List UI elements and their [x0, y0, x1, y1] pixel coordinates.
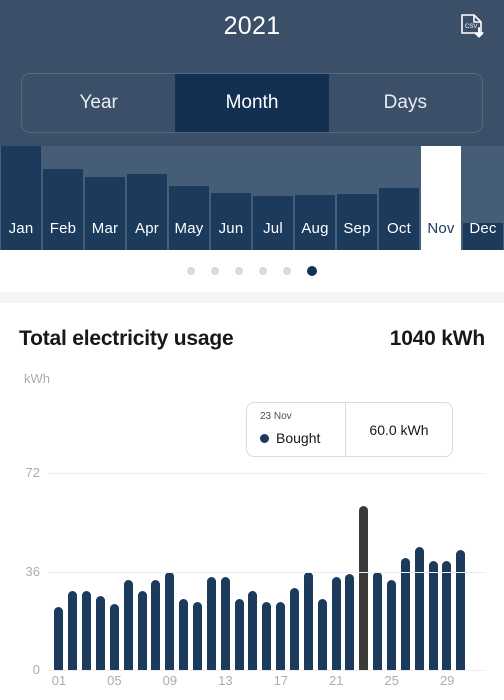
month-bar [253, 195, 293, 250]
x-axis: 01 05 09 13 17 21 25 29 [52, 673, 468, 693]
month-cell-dec[interactable]: Dec [462, 146, 504, 250]
chart-bar[interactable] [359, 505, 369, 670]
pagination-dots[interactable] [0, 250, 504, 292]
chart-bar[interactable] [414, 546, 424, 670]
grid-line [48, 571, 486, 573]
pagination-dot[interactable] [235, 267, 243, 275]
chart-tooltip: 23 Nov Bought 60.0 kWh [246, 402, 453, 457]
x-axis-tick-label: 13 [218, 673, 233, 688]
month-cell-feb[interactable]: Feb [42, 146, 84, 250]
x-axis-tick-label: 21 [329, 673, 344, 688]
segment-days[interactable]: Days [329, 74, 482, 132]
daily-usage-bar-chart: 01 05 09 13 17 21 25 29 0 36 72 [0, 303, 504, 700]
chart-bar[interactable] [193, 601, 203, 670]
month-bar [85, 177, 125, 250]
y-axis-tick-label: 0 [32, 662, 40, 677]
month-bar [1, 146, 41, 250]
segment-month[interactable]: Month [175, 74, 329, 132]
x-axis-tick-label: 29 [439, 673, 455, 688]
chart-bar[interactable] [303, 571, 313, 670]
tooltip-value: 60.0 kWh [369, 421, 429, 438]
x-axis-tick-label: 05 [107, 673, 122, 688]
chart-bar[interactable] [442, 560, 452, 670]
month-cell-nov[interactable]: Nov [420, 146, 462, 250]
month-cell-aug[interactable]: Aug [294, 146, 336, 250]
page-title: 2021 [223, 12, 281, 40]
month-bar [169, 185, 209, 250]
pagination-dot[interactable] [187, 267, 195, 275]
chart-bar[interactable] [68, 590, 78, 670]
energy-usage-screen: 2021 CSV Year Month Days Jan Feb Mar Apr May… [0, 0, 504, 700]
month-bar [379, 187, 419, 250]
grid-line [48, 473, 486, 474]
range-segmented-control[interactable]: Year Month Days [21, 73, 483, 133]
chart-bar[interactable] [123, 579, 133, 670]
x-axis-tick-label: 09 [162, 673, 178, 688]
chart-bar[interactable] [400, 557, 410, 670]
month-cell-oct[interactable]: Oct [378, 146, 420, 250]
csv-download-icon[interactable]: CSV [454, 8, 490, 46]
section-divider [0, 292, 504, 303]
pagination-dot[interactable] [259, 267, 267, 275]
chart-bar[interactable] [248, 590, 258, 670]
chart-bar[interactable] [220, 576, 230, 670]
chart-bar[interactable] [109, 604, 119, 670]
month-bar [295, 194, 335, 250]
month-cell-may[interactable]: May [168, 146, 210, 250]
grid-line [48, 670, 486, 671]
y-axis-tick-label: 72 [25, 465, 40, 480]
chart-bar[interactable] [317, 598, 327, 670]
month-bar [421, 146, 461, 250]
pagination-dot[interactable] [211, 267, 219, 275]
tooltip-left-cell: 23 Nov Bought [247, 403, 346, 456]
chart-bar[interactable] [179, 598, 189, 670]
svg-text:CSV: CSV [465, 24, 477, 30]
month-cell-jul[interactable]: Jul [252, 146, 294, 250]
chart-bar[interactable] [387, 579, 397, 670]
chart-bar[interactable] [262, 601, 272, 670]
tooltip-series-label: Bought [276, 430, 321, 446]
chart-bar[interactable] [54, 607, 64, 670]
chart-bar[interactable] [151, 579, 161, 670]
pagination-dot[interactable] [283, 267, 291, 275]
chart-bar[interactable] [82, 590, 92, 670]
usage-section: Total electricity usage 1040 kWh kWh 01 0… [0, 303, 504, 700]
month-bar [337, 193, 377, 250]
month-selector-strip[interactable]: Jan Feb Mar Apr May Jun Jul Aug Sep Oct Nov Dec [0, 146, 504, 250]
x-axis-tick-label: 25 [384, 673, 399, 688]
header: 2021 CSV Year Month Days [0, 0, 504, 146]
chart-bar[interactable] [456, 549, 466, 670]
month-cell-jan[interactable]: Jan [0, 146, 42, 250]
month-bar [43, 168, 83, 250]
chart-bar[interactable] [290, 587, 300, 670]
series-swatch-icon [260, 433, 269, 443]
chart-bar[interactable] [345, 574, 355, 670]
chart-bar[interactable] [234, 598, 244, 670]
chart-bar[interactable] [96, 596, 105, 670]
tooltip-series: Bought [260, 430, 320, 446]
x-axis-tick-label: 01 [51, 673, 67, 688]
tooltip-date: 23 Nov [260, 411, 292, 422]
pagination-dot[interactable] [307, 266, 317, 276]
month-cell-apr[interactable]: Apr [126, 146, 168, 250]
chart-bar[interactable] [428, 560, 438, 670]
y-axis-tick-label: 36 [25, 563, 40, 579]
month-cell-mar[interactable]: Mar [84, 146, 126, 250]
month-bar [211, 192, 251, 250]
chart-bar[interactable] [276, 601, 286, 670]
month-cell-jun[interactable]: Jun [210, 146, 252, 250]
month-bar [127, 174, 167, 250]
month-bar [463, 222, 503, 250]
x-axis-tick-label: 17 [273, 673, 289, 688]
chart-bar[interactable] [331, 576, 341, 670]
segment-year[interactable]: Year [22, 74, 175, 132]
month-cell-sep[interactable]: Sep [336, 146, 378, 250]
chart-bar[interactable] [137, 590, 147, 670]
chart-bar[interactable] [373, 571, 383, 670]
chart-bar[interactable] [165, 571, 175, 670]
chart-bar[interactable] [206, 576, 216, 670]
